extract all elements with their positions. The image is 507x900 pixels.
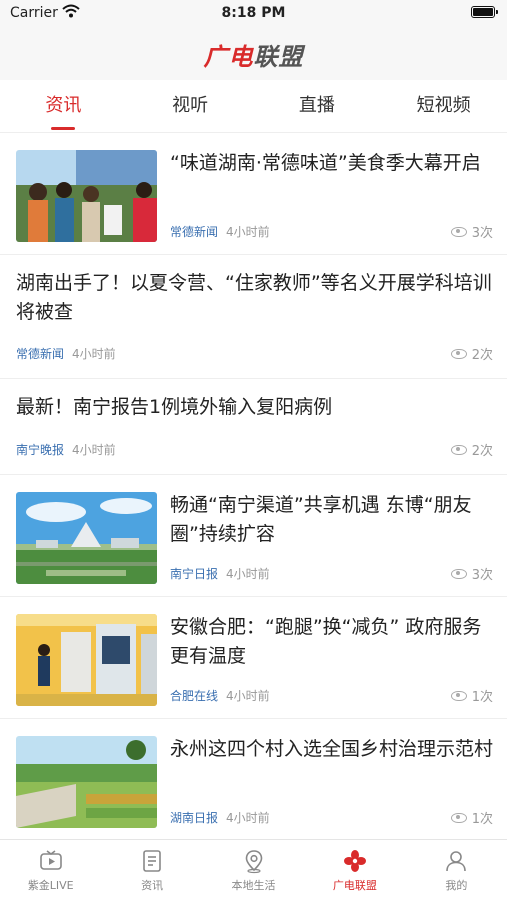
- news-thumbnail: [16, 150, 157, 242]
- news-source: 合肥在线: [170, 689, 219, 703]
- news-meta: 合肥在线 4小时前: [170, 687, 270, 704]
- tabbar-item-live[interactable]: 紫金LIVE: [0, 840, 101, 900]
- tabbar-item-me[interactable]: 我的: [406, 840, 507, 900]
- eye-icon: [450, 444, 467, 455]
- news-time: 4小时前: [72, 443, 116, 457]
- eye-icon: [450, 690, 467, 701]
- news-time: 4小时前: [226, 689, 270, 703]
- view-count: 3次: [450, 564, 493, 583]
- view-count-value: 2次: [471, 348, 493, 363]
- list-item[interactable]: 畅通“南宁渠道”共享机遇 东博“朋友圈”持续扩容 南宁日报 4小时前 3次: [0, 475, 507, 597]
- view-count: 3次: [450, 222, 493, 241]
- status-bar: Carrier 8:18 PM: [0, 0, 507, 28]
- location-pin-icon: [245, 849, 262, 873]
- news-time: 4小时前: [226, 225, 270, 239]
- news-source: 常德新闻: [16, 347, 65, 361]
- list-item[interactable]: 安徽合肥：“跑腿”换“减负” 政府服务更有温度 合肥在线 4小时前 1次: [0, 597, 507, 719]
- news-source: 湖南日报: [170, 811, 219, 825]
- battery-icon: [471, 6, 498, 18]
- eye-icon: [450, 812, 467, 823]
- tab-news[interactable]: 资讯: [0, 80, 127, 132]
- tv-play-icon: [39, 849, 62, 870]
- tabbar-item-local-life[interactable]: 本地生活: [203, 840, 304, 900]
- app-header: 广电联盟: [0, 28, 507, 80]
- list-item[interactable]: 永州这四个村入选全国乡村治理示范村 湖南日报 4小时前 1次: [0, 719, 507, 840]
- view-count-value: 3次: [471, 226, 493, 241]
- eye-icon: [450, 226, 467, 237]
- eye-icon: [450, 348, 467, 359]
- alliance-logo-icon: [343, 849, 366, 872]
- news-time: 4小时前: [226, 811, 270, 825]
- view-count: 2次: [450, 344, 493, 363]
- news-meta: 常德新闻 4小时前: [16, 345, 116, 362]
- news-title: 最新！南宁报告1例境外输入复阳病例: [16, 396, 333, 418]
- news-title: 湖南出手了！以夏令营、“住家教师”等名义开展学科培训将被查: [16, 272, 492, 323]
- eye-icon: [450, 568, 467, 579]
- person-icon: [446, 850, 467, 871]
- tabbar-label: 本地生活: [231, 878, 276, 892]
- news-title: 安徽合肥：“跑腿”换“减负” 政府服务更有温度: [170, 616, 482, 667]
- news-meta: 南宁晚报 4小时前: [16, 441, 116, 458]
- tabbar-label: 我的: [445, 878, 468, 892]
- list-item[interactable]: 湖南出手了！以夏令营、“住家教师”等名义开展学科培训将被查 常德新闻 4小时前 2…: [0, 255, 507, 379]
- news-source: 南宁日报: [170, 567, 219, 581]
- tabbar-label: 资讯: [141, 878, 164, 892]
- status-time: 8:18 PM: [221, 5, 286, 21]
- category-tabs: 资讯 视听 直播 短视频: [0, 80, 507, 133]
- news-meta: 南宁日报 4小时前: [170, 565, 270, 582]
- news-title: 永州这四个村入选全国乡村治理示范村: [170, 738, 494, 760]
- news-thumbnail: [16, 614, 157, 706]
- news-source: 南宁晚报: [16, 443, 65, 457]
- tabbar-item-news[interactable]: 资讯: [101, 840, 202, 900]
- view-count-value: 3次: [471, 568, 493, 583]
- list-item[interactable]: “味道湖南·常德味道”美食季大幕开启 常德新闻 4小时前 3次: [0, 133, 507, 255]
- news-thumbnail: [16, 492, 157, 584]
- view-count-value: 1次: [471, 812, 493, 827]
- list-item[interactable]: 最新！南宁报告1例境外输入复阳病例 南宁晚报 4小时前 2次: [0, 379, 507, 475]
- news-list-icon: [143, 849, 161, 872]
- tab-short-video[interactable]: 短视频: [380, 80, 507, 132]
- news-thumbnail: [16, 736, 157, 828]
- news-meta: 湖南日报 4小时前: [170, 809, 270, 826]
- tabbar-label: 广电联盟: [332, 878, 377, 892]
- view-count-value: 2次: [471, 444, 493, 459]
- app-logo: 广电联盟: [204, 37, 304, 72]
- news-title: 畅通“南宁渠道”共享机遇 东博“朋友圈”持续扩容: [170, 494, 472, 545]
- logo-part-1: 广电: [203, 42, 254, 71]
- logo-part-2: 联盟: [253, 42, 304, 71]
- news-source: 常德新闻: [170, 225, 219, 239]
- news-title: “味道湖南·常德味道”美食季大幕开启: [170, 152, 481, 174]
- news-feed: “味道湖南·常德味道”美食季大幕开启 常德新闻 4小时前 3次 湖南出手了！以夏令…: [0, 133, 507, 840]
- view-count-value: 1次: [471, 690, 493, 705]
- bottom-tab-bar: 紫金LIVE 资讯 本地生活 广电联盟 我的: [0, 839, 507, 900]
- view-count: 1次: [450, 686, 493, 705]
- view-count: 2次: [450, 440, 493, 459]
- news-time: 4小时前: [226, 567, 270, 581]
- tabbar-label: 紫金LIVE: [27, 878, 74, 892]
- tab-live[interactable]: 直播: [254, 80, 381, 132]
- tab-audiovisual[interactable]: 视听: [127, 80, 254, 132]
- news-time: 4小时前: [72, 347, 116, 361]
- tabbar-item-alliance[interactable]: 广电联盟: [304, 840, 405, 900]
- news-meta: 常德新闻 4小时前: [170, 223, 270, 240]
- view-count: 1次: [450, 808, 493, 827]
